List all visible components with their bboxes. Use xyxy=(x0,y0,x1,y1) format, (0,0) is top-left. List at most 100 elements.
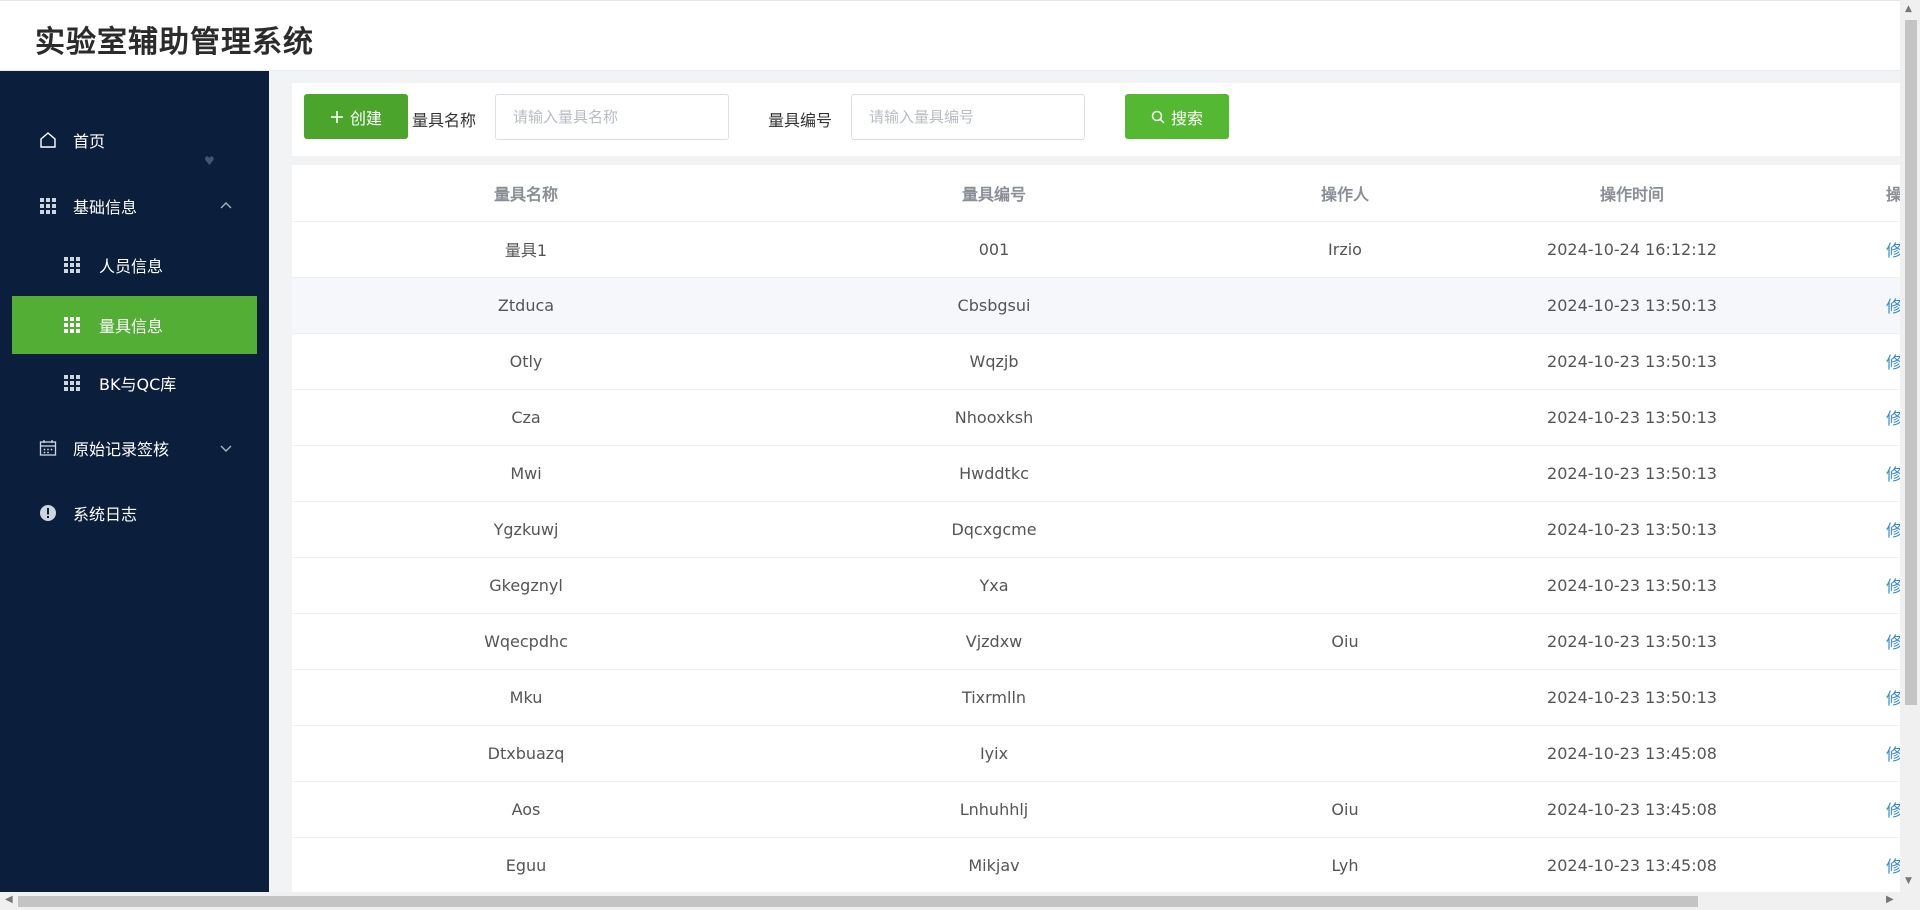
cell-name: Aos xyxy=(292,781,760,838)
edit-link[interactable]: 修改 xyxy=(1886,633,1900,652)
cell-number: Lnhuhhlj xyxy=(760,781,1228,838)
sidebar-item-label: 首页 xyxy=(73,132,106,151)
table-row: MkuTixrmlln 2024-10-23 13:50:13 修改 xyxy=(292,669,1900,726)
create-button-label: 创建 xyxy=(349,110,382,128)
edit-link[interactable]: 修改 xyxy=(1886,521,1900,540)
table-row: GkegznylYxa 2024-10-23 13:50:13 修改 xyxy=(292,557,1900,614)
search-button[interactable]: 搜索 xyxy=(1125,94,1229,139)
cell-operator xyxy=(1228,333,1462,390)
cell-name: Eguu xyxy=(292,837,760,892)
table-row: ZtducaCbsbgsui 2024-10-23 13:50:13 修改 xyxy=(292,277,1900,334)
sidebar-item-label: 基础信息 xyxy=(73,198,138,217)
cell-name: Cza xyxy=(292,389,760,446)
cell-operator: Lyh xyxy=(1228,837,1462,892)
vertical-scrollbar[interactable]: ▲ ▼ xyxy=(1900,0,1920,892)
cell-time: 2024-10-23 13:50:13 xyxy=(1462,613,1802,670)
gauge-name-input[interactable] xyxy=(495,94,729,140)
scroll-up-icon[interactable]: ▲ xyxy=(1905,4,1915,14)
cell-name: Otly xyxy=(292,333,760,390)
grid-icon xyxy=(62,315,82,335)
search-icon xyxy=(1151,110,1165,124)
edit-link[interactable]: 修改 xyxy=(1886,801,1900,820)
table-row: DtxbuazqIyix 2024-10-23 13:45:08 修改 xyxy=(292,725,1900,782)
plus-icon xyxy=(330,110,344,124)
table-row: 量具1001Irzio2024-10-24 16:12:12 修改 xyxy=(292,221,1900,278)
horizontal-scroll-thumb[interactable] xyxy=(18,896,1698,907)
sidebar-item-system-log[interactable]: 系统日志 xyxy=(0,489,269,537)
cell-name: Wqecpdhc xyxy=(292,613,760,670)
cell-action: 修改 xyxy=(1802,221,1900,278)
column-header: 操作 xyxy=(1802,165,1900,222)
cell-time: 2024-10-23 13:50:13 xyxy=(1462,557,1802,614)
cell-number: Tixrmlln xyxy=(760,669,1228,726)
cell-time: 2024-10-23 13:45:08 xyxy=(1462,781,1802,838)
edit-link[interactable]: 修改 xyxy=(1886,409,1900,428)
column-header: 量具名称 xyxy=(292,165,760,222)
gauge-name-label: 量具名称 xyxy=(412,111,477,130)
sidebar-item-bk-qc[interactable]: BK与QC库 xyxy=(0,359,269,407)
edit-link[interactable]: 修改 xyxy=(1886,577,1900,596)
table-row: OtlyWqzjb 2024-10-23 13:50:13 修改 xyxy=(292,333,1900,390)
cell-name: 量具1 xyxy=(292,221,760,278)
gauge-number-label: 量具编号 xyxy=(768,111,833,130)
cell-number: Mikjav xyxy=(760,837,1228,892)
table-row: WqecpdhcVjzdxwOiu2024-10-23 13:50:13 修改 xyxy=(292,613,1900,670)
cell-operator xyxy=(1228,557,1462,614)
table-row: CzaNhooxksh 2024-10-23 13:50:13 修改 xyxy=(292,389,1900,446)
sidebar-item-basic-info[interactable]: 基础信息 xyxy=(0,182,269,230)
edit-link[interactable]: 修改 xyxy=(1886,857,1900,876)
sidebar-item-label: BK与QC库 xyxy=(99,375,177,394)
sidebar-item-gauge[interactable]: 量具信息 xyxy=(12,296,257,354)
scroll-left-icon[interactable]: ◀ xyxy=(5,894,13,905)
edit-link[interactable]: 修改 xyxy=(1886,745,1900,764)
cell-number: Wqzjb xyxy=(760,333,1228,390)
search-button-label: 搜索 xyxy=(1170,110,1203,128)
sidebar-item-raw-records[interactable]: 原始记录签核 xyxy=(0,424,269,472)
cell-number: Vjzdxw xyxy=(760,613,1228,670)
main-content: 创建 量具名称 量具编号 搜索 量具名称 量具编号 xyxy=(269,71,1900,892)
cell-time: 2024-10-23 13:50:13 xyxy=(1462,333,1802,390)
cell-time: 2024-10-23 13:45:08 xyxy=(1462,725,1802,782)
cell-action: 修改 xyxy=(1802,277,1900,334)
table-row: AosLnhuhhljOiu2024-10-23 13:45:08 修改 xyxy=(292,781,1900,838)
cell-operator xyxy=(1228,445,1462,502)
column-header: 量具编号 xyxy=(760,165,1228,222)
cell-time: 2024-10-23 13:50:13 xyxy=(1462,669,1802,726)
table-body: 量具1001Irzio2024-10-24 16:12:12修改ZtducaCb… xyxy=(292,221,1900,892)
cell-time: 2024-10-23 13:50:13 xyxy=(1462,501,1802,558)
scroll-right-icon[interactable]: ▶ xyxy=(1886,894,1894,905)
sidebar-item-label: 量具信息 xyxy=(99,317,164,336)
warning-circle-icon xyxy=(38,503,58,523)
cell-operator xyxy=(1228,389,1462,446)
edit-link[interactable]: 修改 xyxy=(1886,297,1900,316)
edit-link[interactable]: 修改 xyxy=(1886,465,1900,484)
gauge-number-input[interactable] xyxy=(851,94,1085,140)
table-header-row: 量具名称 量具编号 操作人 操作时间 操作 xyxy=(292,165,1900,222)
app-title: 实验室辅助管理系统 xyxy=(35,25,314,60)
edit-link[interactable]: 修改 xyxy=(1886,689,1900,708)
cell-time: 2024-10-23 13:45:08 xyxy=(1462,837,1802,892)
cell-number: Dqcxgcme xyxy=(760,501,1228,558)
edit-link[interactable]: 修改 xyxy=(1886,241,1900,260)
grid-icon xyxy=(62,373,82,393)
sidebar-item-label: 原始记录签核 xyxy=(73,440,170,459)
horizontal-scrollbar[interactable]: ◀ ▶ xyxy=(0,892,1920,910)
edit-link[interactable]: 修改 xyxy=(1886,353,1900,372)
scroll-down-icon[interactable]: ▼ xyxy=(1905,876,1915,886)
cell-operator xyxy=(1228,725,1462,782)
vertical-scroll-thumb[interactable] xyxy=(1905,20,1917,705)
cell-action: 修改 xyxy=(1802,725,1900,782)
cell-number: Yxa xyxy=(760,557,1228,614)
cell-action: 修改 xyxy=(1802,837,1900,892)
table-row: MwiHwddtkc 2024-10-23 13:50:13 修改 xyxy=(292,445,1900,502)
sidebar-item-label: 人员信息 xyxy=(99,257,164,276)
cell-name: Mwi xyxy=(292,445,760,502)
column-header: 操作时间 xyxy=(1462,165,1802,222)
create-button[interactable]: 创建 xyxy=(304,94,408,139)
chevron-down-icon xyxy=(219,440,233,454)
sidebar-item-personnel[interactable]: 人员信息 xyxy=(0,241,269,289)
cell-action: 修改 xyxy=(1802,613,1900,670)
sidebar-item-home[interactable]: 首页 xyxy=(0,116,269,164)
grid-icon xyxy=(38,196,58,216)
cell-operator xyxy=(1228,669,1462,726)
